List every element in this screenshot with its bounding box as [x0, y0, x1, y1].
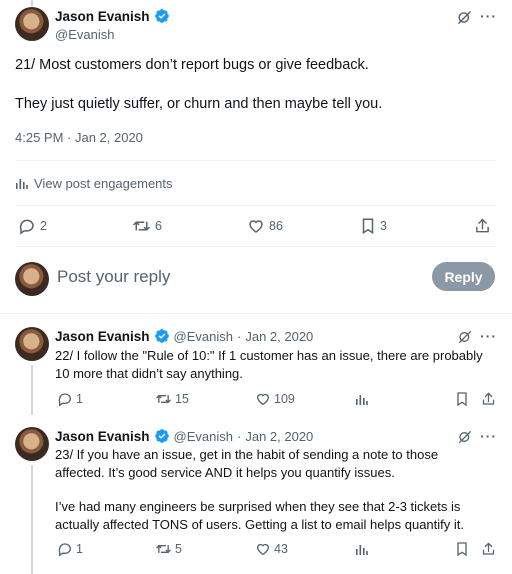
- post-date[interactable]: Jan 2, 2020: [245, 429, 313, 444]
- bookmark-action[interactable]: 3: [360, 217, 387, 235]
- grok-icon[interactable]: [457, 429, 473, 445]
- engagements-label: View post engagements: [34, 176, 173, 191]
- verified-badge-icon[interactable]: [154, 328, 170, 344]
- analytics-icon[interactable]: [355, 543, 368, 556]
- repost-action[interactable]: 5: [155, 541, 182, 557]
- thread-connector: [31, 365, 33, 415]
- divider: [15, 205, 497, 206]
- heart-icon: [255, 541, 271, 557]
- author-handle[interactable]: @Evanish: [174, 329, 233, 344]
- author-row: Jason Evanish: [55, 8, 170, 24]
- repost-icon: [155, 391, 172, 407]
- verified-badge-icon[interactable]: [154, 428, 170, 444]
- heart-icon: [247, 217, 265, 235]
- reply-input[interactable]: Post your reply: [57, 267, 170, 287]
- reply-icon: [18, 217, 36, 235]
- repost-count: 15: [175, 392, 189, 406]
- post-timestamp[interactable]: 4:25 PM · Jan 2, 2020: [15, 130, 143, 145]
- more-options-icon[interactable]: ···: [480, 328, 497, 344]
- analytics-icon[interactable]: [355, 393, 368, 406]
- post-date[interactable]: Jan 2, 2020: [245, 329, 313, 344]
- more-options-icon[interactable]: ···: [480, 8, 497, 24]
- reply-icon: [57, 541, 73, 557]
- like-action[interactable]: 43: [255, 541, 288, 557]
- divider: [15, 160, 497, 161]
- repost-count: 5: [175, 542, 182, 556]
- bookmark-icon: [360, 217, 376, 235]
- reply-action[interactable]: 1: [57, 391, 83, 407]
- grok-icon[interactable]: [456, 9, 473, 26]
- reply-header: Jason Evanish @Evanish · Jan 2, 2020: [55, 328, 313, 344]
- more-options-icon[interactable]: ···: [480, 428, 497, 444]
- share-icon[interactable]: [474, 217, 491, 235]
- avatar[interactable]: [15, 327, 49, 361]
- reply-count: 1: [76, 392, 83, 406]
- separator-dot: ·: [237, 428, 242, 444]
- share-icon[interactable]: [481, 391, 496, 407]
- author-name[interactable]: Jason Evanish: [55, 329, 150, 344]
- bookmark-icon[interactable]: [455, 541, 469, 557]
- repost-icon: [155, 541, 172, 557]
- view-engagements-link[interactable]: View post engagements: [15, 176, 173, 191]
- reply-text-paragraph-1: 23/ If you have an issue, get in the hab…: [55, 447, 439, 480]
- reply-text: 22/ I follow the "Rule of 10:" If 1 cust…: [55, 348, 483, 381]
- divider: [15, 246, 497, 247]
- bookmark-icon[interactable]: [455, 391, 469, 407]
- repost-count: 6: [155, 219, 162, 233]
- avatar[interactable]: [15, 427, 49, 461]
- reply-count: 2: [40, 219, 47, 233]
- thread-connector: [31, 465, 33, 574]
- reply-action[interactable]: 1: [57, 541, 83, 557]
- post-text-line1: 21/ Most customers don’t report bugs or …: [15, 57, 369, 73]
- reply-count: 1: [76, 542, 83, 556]
- reply-icon: [57, 391, 73, 407]
- like-count: 43: [274, 542, 288, 556]
- post-text-line2: They just quietly suffer, or churn and t…: [15, 96, 383, 112]
- analytics-icon: [15, 177, 28, 190]
- divider: [0, 313, 512, 314]
- reply-button[interactable]: Reply: [432, 262, 495, 291]
- repost-action[interactable]: 15: [155, 391, 189, 407]
- thread-connector-top: [31, 0, 33, 6]
- like-count: 86: [269, 219, 283, 233]
- separator-dot: ·: [237, 328, 242, 344]
- like-action[interactable]: 109: [255, 391, 295, 407]
- heart-icon: [255, 391, 271, 407]
- verified-badge-icon[interactable]: [154, 8, 170, 24]
- repost-icon: [132, 217, 151, 235]
- bookmark-count: 3: [380, 219, 387, 233]
- author-name[interactable]: Jason Evanish: [55, 9, 150, 24]
- reply-header: Jason Evanish @Evanish · Jan 2, 2020: [55, 428, 313, 444]
- grok-icon[interactable]: [457, 329, 473, 345]
- like-action[interactable]: 86: [247, 217, 283, 235]
- reply-action[interactable]: 2: [18, 217, 47, 235]
- reply-text-paragraph-2: I’ve had many engineers be surprised whe…: [55, 499, 464, 532]
- avatar: [15, 262, 49, 296]
- author-handle[interactable]: @Evanish: [174, 429, 233, 444]
- avatar[interactable]: [15, 7, 49, 41]
- author-handle[interactable]: @Evanish: [55, 27, 114, 42]
- share-icon[interactable]: [481, 541, 496, 557]
- repost-action[interactable]: 6: [132, 217, 162, 235]
- author-name[interactable]: Jason Evanish: [55, 429, 150, 444]
- like-count: 109: [274, 392, 295, 406]
